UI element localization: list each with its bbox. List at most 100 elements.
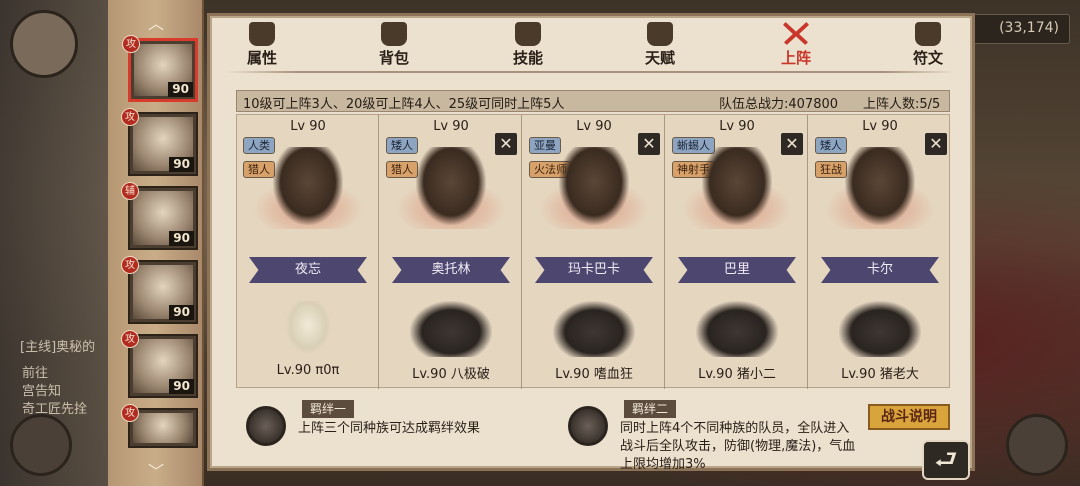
pet-figure[interactable] [696, 301, 778, 357]
pet-name: Lv.90 π0π [276, 363, 340, 378]
hero-level: 90 [168, 82, 193, 97]
role-badge: 辅 [121, 182, 139, 200]
flame-icon [249, 22, 275, 46]
skill-button[interactable] [10, 414, 72, 476]
hero-figure [416, 147, 486, 225]
crossed-swords-icon [783, 22, 809, 46]
team-panel: 属性 背包 技能 天赋 上阵 符文 10级可上阵3人、20级可上阵4人、25级可… [210, 16, 972, 472]
hero-slot[interactable]: 攻 90 [122, 35, 198, 102]
tab-skills[interactable]: 技能 [496, 22, 560, 68]
team-member-card[interactable]: Lv 90 矮人 猎人 ✕ 奥托林 Lv.90 八极破 [380, 115, 522, 389]
hero-list[interactable]: ︿ 攻 90 攻 90 辅 90 攻 90 攻 90 攻 ﹀ [108, 0, 204, 486]
hero-slot[interactable]: 攻 90 [121, 330, 198, 398]
remove-member-button[interactable]: ✕ [638, 133, 660, 155]
role-badge: 攻 [121, 256, 139, 274]
class-tag: 猎人 [243, 161, 275, 178]
team-info-bar: 10级可上阵3人、20级可上阵4人、25级可同时上阵5人 队伍总战力:40780… [236, 90, 950, 112]
team-member-card[interactable]: Lv 90 矮人 狂战 ✕ 卡尔 Lv.90 猪老大 [809, 115, 951, 389]
pet-name: Lv.90 嗜血狂 [555, 367, 633, 382]
hero-slot[interactable]: 攻 90 [121, 108, 198, 176]
bag-icon [381, 22, 407, 46]
bond-desc-line: 上限均增加3% [620, 457, 706, 472]
player-avatar[interactable] [10, 10, 78, 78]
bond-title: 羁绊二 [624, 400, 677, 418]
pet-name: Lv.90 八极破 [412, 367, 490, 382]
pet-name: Lv.90 猪小二 [698, 367, 776, 382]
hero-name: 巴里 [678, 257, 796, 283]
deploy-rule-text: 10级可上阵3人、20级可上阵4人、25级可同时上阵5人 [243, 97, 565, 112]
hero-name: 玛卡巴卡 [535, 257, 653, 283]
tab-runes[interactable]: 符文 [896, 22, 960, 68]
member-level: Lv 90 [433, 119, 469, 134]
remove-member-button[interactable]: ✕ [925, 133, 947, 155]
pet-figure[interactable] [285, 301, 331, 355]
race-tag: 矮人 [386, 137, 418, 154]
remove-member-button[interactable]: ✕ [781, 133, 803, 155]
hero-level: 90 [169, 305, 194, 320]
team-member-card[interactable]: Lv 90 蜥蜴人 神射手 ✕ 巴里 Lv.90 猪小二 [666, 115, 808, 389]
hero-name: 奥托林 [392, 257, 510, 283]
tab-bag[interactable]: 背包 [362, 22, 426, 68]
bond-title: 羁绊一 [302, 400, 355, 418]
team-member-card[interactable]: Lv 90 亚曼 火法师 ✕ 玛卡巴卡 Lv.90 嗜血狂 [523, 115, 665, 389]
hero-level: 90 [169, 379, 194, 394]
tab-talent[interactable]: 天赋 [628, 22, 692, 68]
tab-label: 属性 [246, 49, 277, 67]
tab-deploy[interactable]: 上阵 [764, 22, 828, 68]
role-badge: 攻 [121, 330, 139, 348]
hero-figure [702, 147, 772, 225]
race-tag: 人类 [243, 137, 275, 154]
quest-title: [主线]奥秘的 [20, 340, 96, 355]
bond-description: 上阵三个同种族可达成羁绊效果 [298, 420, 480, 438]
hero-figure [273, 147, 343, 225]
hero-slot[interactable]: 攻 90 [121, 256, 198, 324]
hero-figure [559, 147, 629, 225]
return-button[interactable]: ⮐ [922, 440, 970, 480]
bond-emblem-icon[interactable] [246, 406, 286, 446]
remove-member-button[interactable]: ✕ [495, 133, 517, 155]
battle-info-button[interactable]: 战斗说明 [868, 404, 950, 430]
bond-one: 羁绊一 上阵三个同种族可达成羁绊效果 [246, 400, 546, 470]
member-level: Lv 90 [576, 119, 612, 134]
bond-emblem-icon[interactable] [568, 406, 608, 446]
hero-name: 卡尔 [821, 257, 939, 283]
scroll-down-icon[interactable]: ﹀ [108, 458, 204, 482]
tab-label: 技能 [512, 49, 543, 67]
bond-desc-line: 战斗后全队攻击，防御(物理,魔法)，气血 [620, 439, 856, 454]
class-tag: 猎人 [386, 161, 418, 178]
pet-figure[interactable] [553, 301, 635, 357]
class-tag: 狂战 [815, 161, 847, 178]
race-tag: 矮人 [815, 137, 847, 154]
hero-name: 夜忘 [249, 257, 367, 283]
bond-description: 同时上阵4个不同种族的队员，全队进入 战斗后全队攻击，防御(物理,魔法)，气血 … [620, 420, 855, 474]
member-level: Lv 90 [862, 119, 898, 134]
pet-figure[interactable] [410, 301, 492, 357]
bond-desc-line: 上阵三个同种族可达成羁绊效果 [298, 421, 481, 436]
role-badge: 攻 [122, 35, 140, 53]
team-member-card[interactable]: Lv 90 人类 猎人 夜忘 Lv.90 π0π [237, 115, 379, 389]
scroll-up-icon[interactable]: ︿ [108, 10, 204, 34]
team-lineup: Lv 90 人类 猎人 夜忘 Lv.90 π0π Lv 90 矮人 猎人 ✕ 奥… [236, 114, 951, 389]
role-badge: 攻 [121, 108, 139, 126]
hero-slot[interactable]: 攻 [121, 404, 198, 448]
hero-figure [845, 147, 915, 225]
tab-label: 天赋 [644, 49, 675, 67]
book-icon [515, 22, 541, 46]
tab-label: 上阵 [780, 49, 811, 67]
pet-figure[interactable] [839, 301, 921, 357]
hero-slot[interactable]: 辅 90 [121, 182, 198, 250]
tab-label: 符文 [912, 49, 943, 67]
member-level: Lv 90 [719, 119, 755, 134]
tab-attributes[interactable]: 属性 [230, 22, 294, 68]
role-badge: 攻 [121, 404, 139, 422]
rune-icon [915, 22, 941, 46]
tab-label: 背包 [378, 49, 409, 67]
menu-button[interactable] [1006, 414, 1068, 476]
bond-desc-line: 同时上阵4个不同种族的队员，全队进入 [620, 421, 850, 436]
divider [226, 71, 956, 73]
pet-name: Lv.90 猪老大 [841, 367, 919, 382]
bond-two: 羁绊二 同时上阵4个不同种族的队员，全队进入 战斗后全队攻击，防御(物理,魔法)… [568, 400, 868, 472]
team-count: 上阵人数:5/5 [863, 97, 941, 112]
hero-level: 90 [169, 231, 194, 246]
hero-portrait [133, 413, 193, 443]
